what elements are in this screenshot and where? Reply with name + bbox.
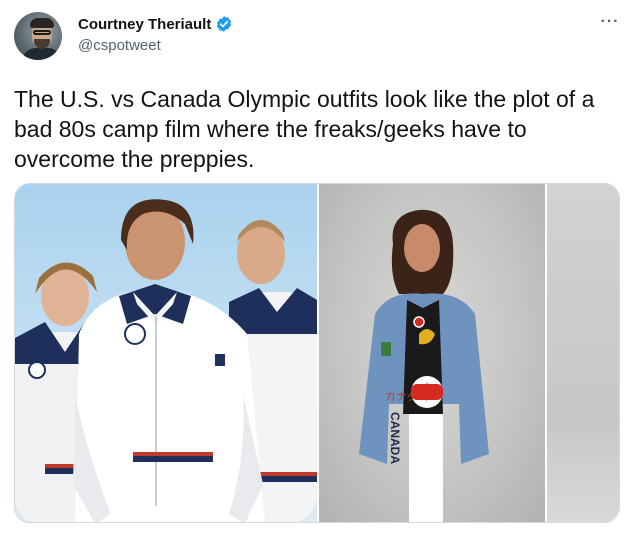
avatar-shirt bbox=[22, 48, 62, 60]
photo-usa-team[interactable] bbox=[15, 184, 317, 522]
photo-canada-athlete[interactable]: カナダ CANADA bbox=[319, 184, 545, 522]
author-display-name[interactable]: Courtney Theriault bbox=[78, 16, 211, 33]
more-dots-icon[interactable]: ··· bbox=[596, 12, 624, 32]
media-grid[interactable]: カナダ CANADA bbox=[14, 183, 620, 523]
tweet-text: The U.S. vs Canada Olympic outfits look … bbox=[14, 86, 595, 172]
canada-athlete-illustration: カナダ CANADA bbox=[359, 209, 489, 522]
avatar-hair bbox=[30, 18, 54, 28]
photo-gray-preview[interactable] bbox=[547, 184, 619, 522]
usa-team-illustration bbox=[15, 199, 317, 522]
jacket-katakana: カナダ bbox=[385, 389, 418, 403]
athlete-center bbox=[73, 199, 265, 522]
jacket-canada-text: CANADA bbox=[388, 412, 402, 464]
author-handle[interactable]: @cspotweet bbox=[78, 37, 161, 54]
avatar-glasses bbox=[33, 30, 51, 35]
avatar[interactable] bbox=[14, 12, 62, 60]
tweet-card: Courtney Theriault @cspotweet ··· The U.… bbox=[0, 0, 634, 545]
verified-badge-icon bbox=[215, 15, 233, 33]
author-name-row[interactable]: Courtney Theriault bbox=[78, 15, 233, 33]
